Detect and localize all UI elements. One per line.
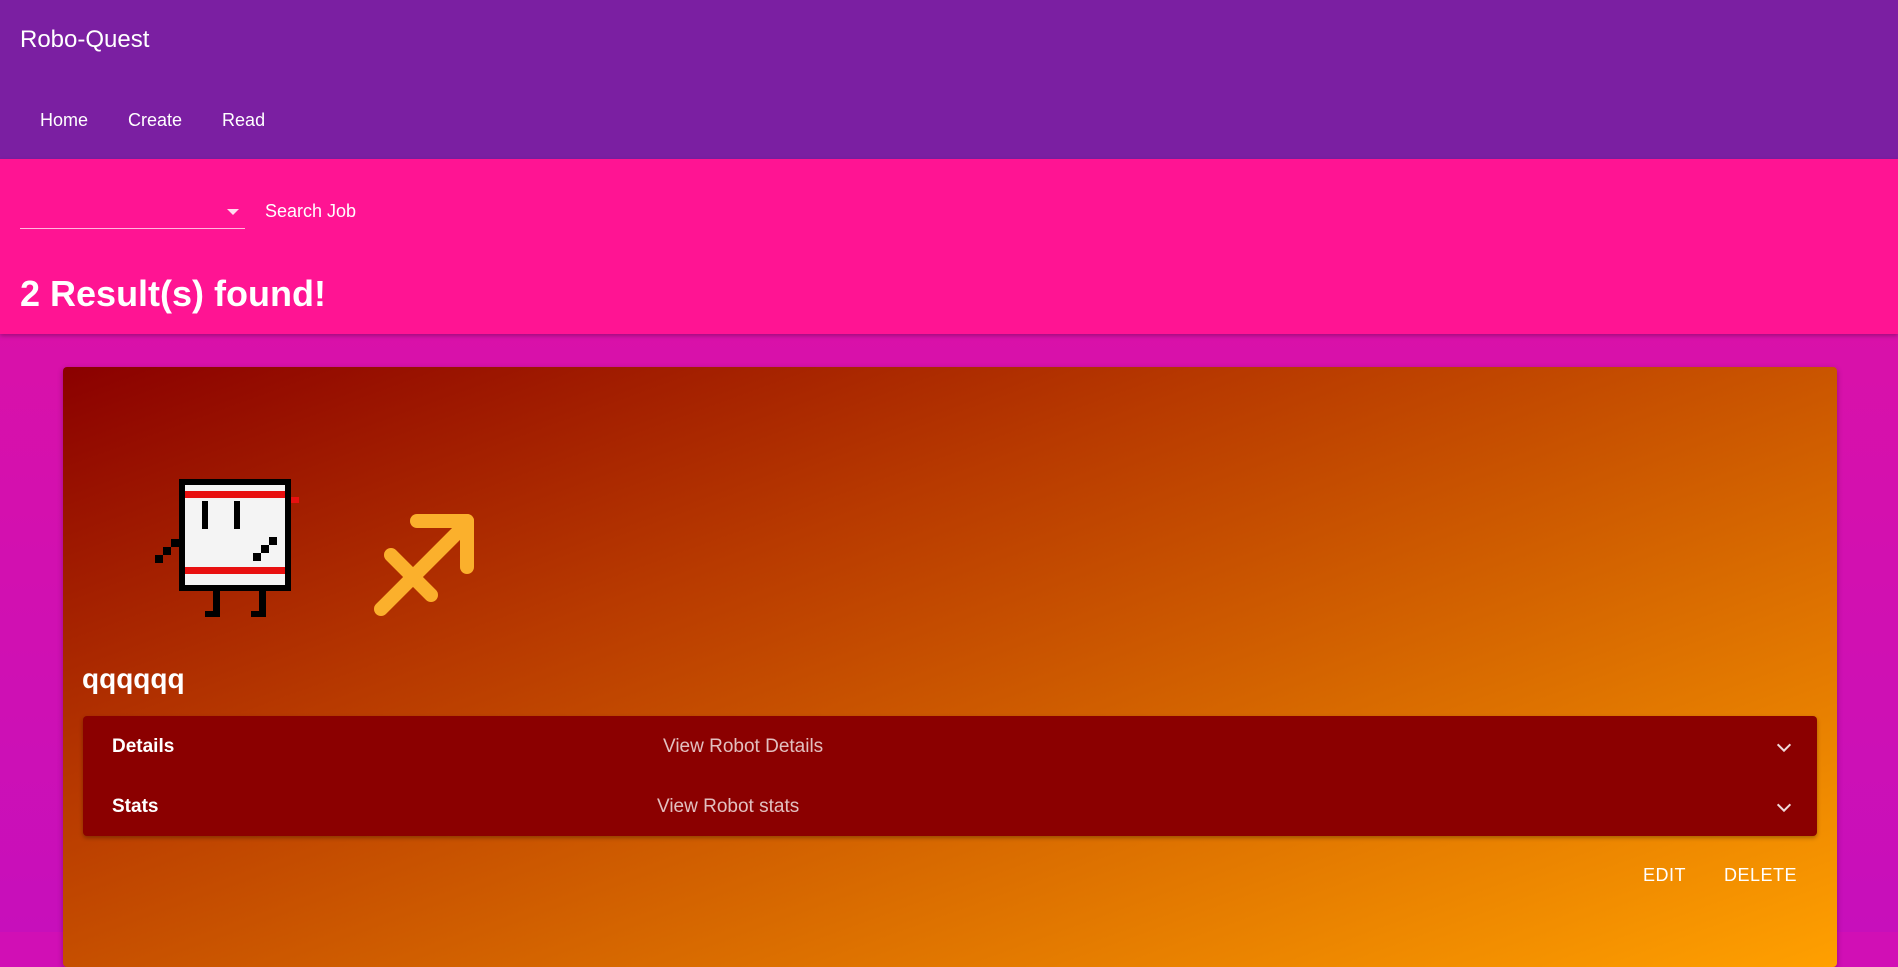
nav-read-link[interactable]: Read (202, 100, 285, 141)
robot-avatar-image (155, 479, 299, 617)
dropdown-arrow-icon (227, 209, 239, 215)
search-job-button[interactable]: Search Job (257, 199, 364, 224)
stats-panel-subtitle: View Robot stats (657, 796, 800, 817)
sagittarius-icon (374, 514, 474, 616)
job-select[interactable] (20, 197, 245, 229)
robot-card: qqqqqq Details View Robot Details Stats … (63, 367, 1837, 967)
details-panel-title: Details (112, 736, 175, 757)
stats-panel-header[interactable]: Stats View Robot stats (83, 776, 1817, 836)
results-count-title: 2 Result(s) found! (20, 273, 326, 314)
card-actions: EDIT DELETE (1643, 865, 1797, 886)
search-section: Search Job 2 Result(s) found! (0, 159, 1898, 334)
app-header: Robo-Quest Home Create Read (0, 0, 1898, 159)
delete-button[interactable]: DELETE (1724, 865, 1797, 886)
nav-home-link[interactable]: Home (20, 100, 108, 141)
nav-create-link[interactable]: Create (108, 100, 202, 141)
details-panel-subtitle: View Robot Details (663, 736, 824, 757)
app-title: Robo-Quest (20, 26, 150, 53)
details-panel-header[interactable]: Details View Robot Details (83, 716, 1817, 776)
edit-button[interactable]: EDIT (1643, 865, 1686, 886)
robot-name: qqqqqq (82, 663, 185, 694)
main-nav: Home Create Read (20, 100, 285, 141)
chevron-down-icon (1776, 797, 1792, 813)
chevron-down-icon (1776, 737, 1792, 753)
robot-expansion-panels: Details View Robot Details Stats View Ro… (83, 716, 1817, 836)
stats-panel-title: Stats (112, 796, 159, 817)
